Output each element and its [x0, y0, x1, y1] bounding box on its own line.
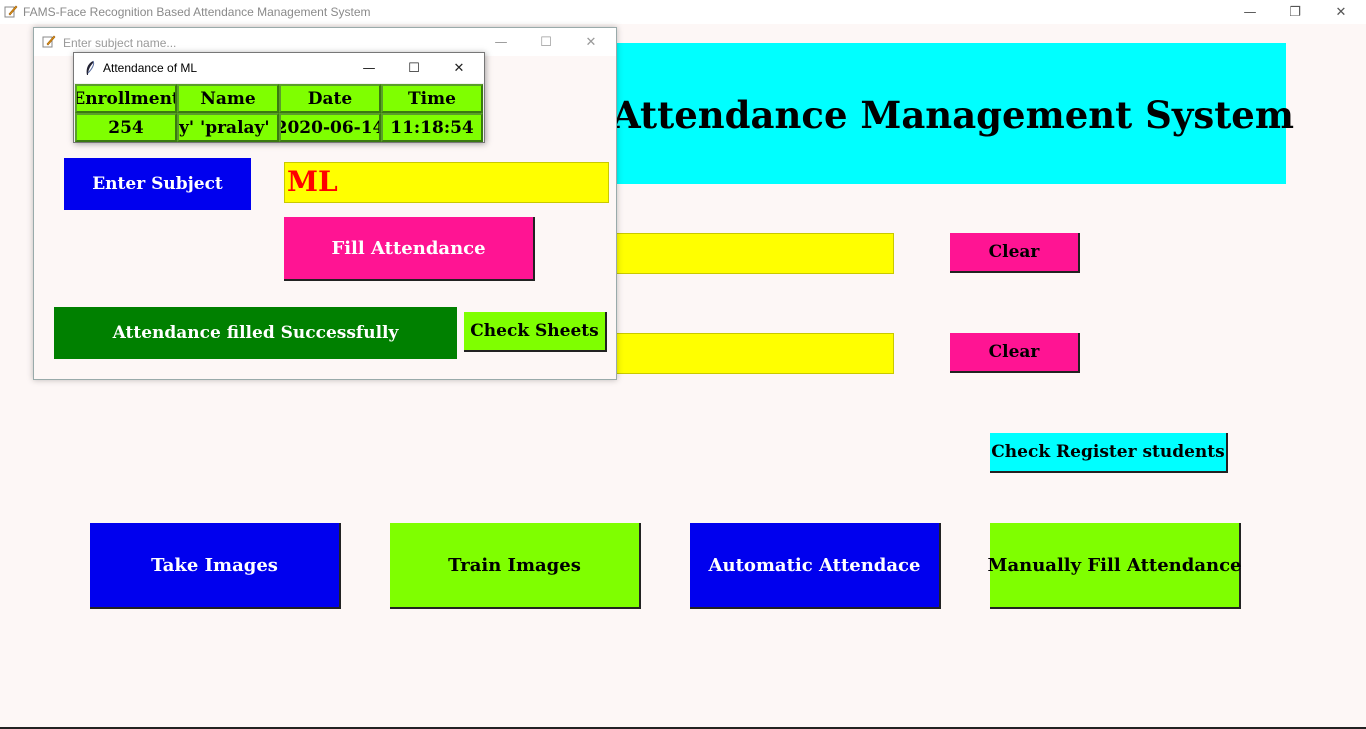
column-header-date: Date: [279, 84, 381, 113]
check-sheets-button[interactable]: Check Sheets: [464, 312, 607, 352]
clear-name-button[interactable]: Clear: [950, 333, 1080, 373]
subject-dialog-title: Enter subject name...: [63, 36, 177, 50]
column-header-name: Name: [177, 84, 279, 113]
cell-time: 11:18:54: [381, 113, 483, 142]
minimize-button[interactable]: —: [1227, 0, 1273, 24]
main-title-bar: FAMS-Face Recognition Based Attendance M…: [0, 0, 1366, 24]
status-message: Attendance filled Successfully: [54, 307, 457, 359]
sheet-minimize-button[interactable]: —: [346, 53, 392, 83]
check-register-students-button[interactable]: Check Register students: [990, 433, 1228, 473]
automatic-attendance-button[interactable]: Automatic Attendace: [690, 523, 941, 609]
dialog-close-button[interactable]: ✕: [568, 28, 614, 56]
cell-enrollment: 254: [75, 113, 177, 142]
close-button[interactable]: ✕: [1318, 0, 1364, 24]
fill-attendance-button[interactable]: Fill Attendance: [284, 217, 535, 281]
app-pen-icon: [4, 5, 18, 18]
clear-enrollment-button[interactable]: Clear: [950, 233, 1080, 273]
take-images-button[interactable]: Take Images: [90, 523, 341, 609]
manual-attendance-button[interactable]: Manually Fill Attendance: [988, 523, 1241, 609]
dialog-maximize-button[interactable]: ☐: [523, 28, 569, 56]
header-banner: Attendance Management System: [588, 43, 1294, 184]
cell-name: y' 'pralay' 'p: [177, 113, 279, 142]
cell-date: 2020-06-14: [279, 113, 381, 142]
enter-subject-label: Enter Subject: [64, 158, 251, 210]
attendance-sheet-window: Attendance of ML — ☐ ✕ Enrollment Name D…: [73, 52, 485, 143]
column-header-time: Time: [381, 84, 483, 113]
sheet-window-title-bar: Attendance of ML — ☐ ✕: [74, 53, 484, 83]
sheet-window-title: Attendance of ML: [103, 61, 198, 75]
restore-button[interactable]: ❐: [1272, 0, 1318, 24]
sheet-close-button[interactable]: ✕: [436, 53, 482, 83]
subject-input-value: ML: [287, 165, 338, 198]
page-title: Attendance Management System: [612, 93, 1294, 137]
feather-icon: [86, 60, 95, 75]
train-images-button[interactable]: Train Images: [390, 523, 641, 609]
app-pen-icon: [42, 35, 56, 48]
column-header-enrollment: Enrollment: [75, 84, 177, 113]
window-title: FAMS-Face Recognition Based Attendance M…: [23, 5, 371, 19]
sheet-maximize-button[interactable]: ☐: [391, 53, 437, 83]
subject-input[interactable]: ML: [284, 162, 609, 203]
